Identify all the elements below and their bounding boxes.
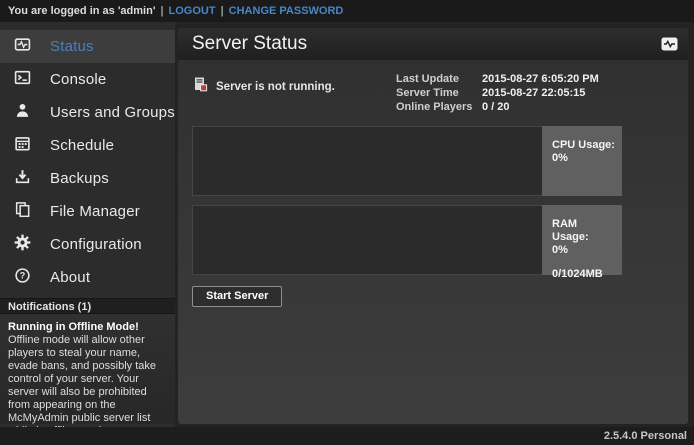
info-row-online-players: Online Players 0 / 20	[396, 100, 674, 114]
sidebar-item-label: Console	[50, 71, 106, 88]
sidebar-item-backups[interactable]: Backups	[0, 162, 175, 195]
ram-usage-row: RAM Usage: 0% 0/1024MB	[192, 205, 622, 275]
sidebar-menu: Status Console Users and Groups	[0, 22, 175, 294]
ram-usage-detail: 0/1024MB	[552, 268, 616, 281]
pulse-monitor-icon	[14, 36, 31, 58]
documents-icon	[14, 201, 31, 223]
ram-usage-value: 0%	[552, 244, 616, 257]
ram-usage-panel: RAM Usage: 0% 0/1024MB	[542, 205, 622, 275]
info-value: 0 / 20	[482, 100, 510, 114]
cpu-usage-row: CPU Usage: 0%	[192, 126, 622, 196]
svg-text:?: ?	[20, 270, 26, 280]
cpu-usage-label: CPU Usage:	[552, 139, 616, 152]
server-stopped-icon	[192, 76, 208, 98]
logged-in-text: You are logged in as 'admin'	[8, 5, 155, 17]
sidebar-item-file-manager[interactable]: File Manager	[0, 195, 175, 228]
notifications-body: Running in Offline Mode! Offline mode wi…	[0, 314, 175, 424]
info-value: 2015-08-27 22:05:15	[482, 86, 585, 100]
cpu-usage-graph	[192, 126, 542, 196]
sidebar-item-label: About	[50, 269, 90, 286]
notification-text: Offline mode will allow other players to…	[8, 334, 167, 438]
ram-usage-graph	[192, 205, 542, 275]
server-status-message: Server is not running.	[216, 81, 335, 93]
info-label: Last Update	[396, 72, 482, 86]
page-title: Server Status	[192, 33, 661, 55]
sidebar-item-status[interactable]: Status	[0, 30, 175, 63]
sidebar-item-configuration[interactable]: Configuration	[0, 228, 175, 261]
info-row-last-update: Last Update 2015-08-27 6:05:20 PM	[396, 72, 674, 86]
panel-header: Server Status	[178, 28, 688, 60]
version-label: 2.5.4.0 Personal	[604, 430, 687, 442]
topbar: You are logged in as 'admin' | LOGOUT | …	[0, 0, 694, 22]
sidebar-item-label: Users and Groups	[50, 104, 175, 121]
terminal-icon	[14, 69, 31, 91]
logout-link[interactable]: LOGOUT	[169, 5, 216, 17]
topbar-separator: |	[216, 5, 229, 17]
info-label: Server Time	[396, 86, 482, 100]
pulse-monitor-icon[interactable]	[661, 37, 678, 51]
info-row-server-time: Server Time 2015-08-27 22:05:15	[396, 86, 674, 100]
panel-body: Server is not running. Last Update 2015-…	[178, 60, 688, 307]
server-state: Server is not running.	[192, 72, 396, 98]
start-server-button[interactable]: Start Server	[192, 286, 282, 307]
sidebar-item-about[interactable]: ? About	[0, 261, 175, 294]
status-row: Server is not running. Last Update 2015-…	[192, 72, 674, 114]
server-info-table: Last Update 2015-08-27 6:05:20 PM Server…	[396, 72, 674, 114]
sidebar-item-label: Configuration	[50, 236, 142, 253]
server-status-panel: Server Status Server is not running.	[178, 28, 688, 424]
user-icon	[14, 102, 31, 124]
download-tray-icon	[14, 168, 31, 190]
info-value: 2015-08-27 6:05:20 PM	[482, 72, 599, 86]
sidebar-item-label: Schedule	[50, 137, 114, 154]
footer: 2.5.4.0 Personal	[0, 427, 694, 445]
sidebar-item-label: Status	[50, 38, 94, 55]
sidebar-item-console[interactable]: Console	[0, 63, 175, 96]
sidebar: Status Console Users and Groups	[0, 22, 175, 427]
sidebar-item-label: Backups	[50, 170, 109, 187]
notifications-header: Notifications (1)	[0, 298, 175, 314]
sidebar-item-label: File Manager	[50, 203, 140, 220]
cpu-usage-value: 0%	[552, 152, 616, 165]
cpu-usage-panel: CPU Usage: 0%	[542, 126, 622, 196]
gear-icon	[14, 234, 31, 256]
change-password-link[interactable]: CHANGE PASSWORD	[229, 5, 344, 17]
calendar-icon	[14, 135, 31, 157]
sidebar-item-schedule[interactable]: Schedule	[0, 129, 175, 162]
topbar-separator: |	[155, 5, 168, 17]
notification-title: Running in Offline Mode!	[8, 321, 167, 334]
info-label: Online Players	[396, 100, 482, 114]
sidebar-item-users-and-groups[interactable]: Users and Groups	[0, 96, 175, 129]
ram-usage-label: RAM Usage:	[552, 218, 616, 244]
question-circle-icon: ?	[14, 267, 31, 289]
